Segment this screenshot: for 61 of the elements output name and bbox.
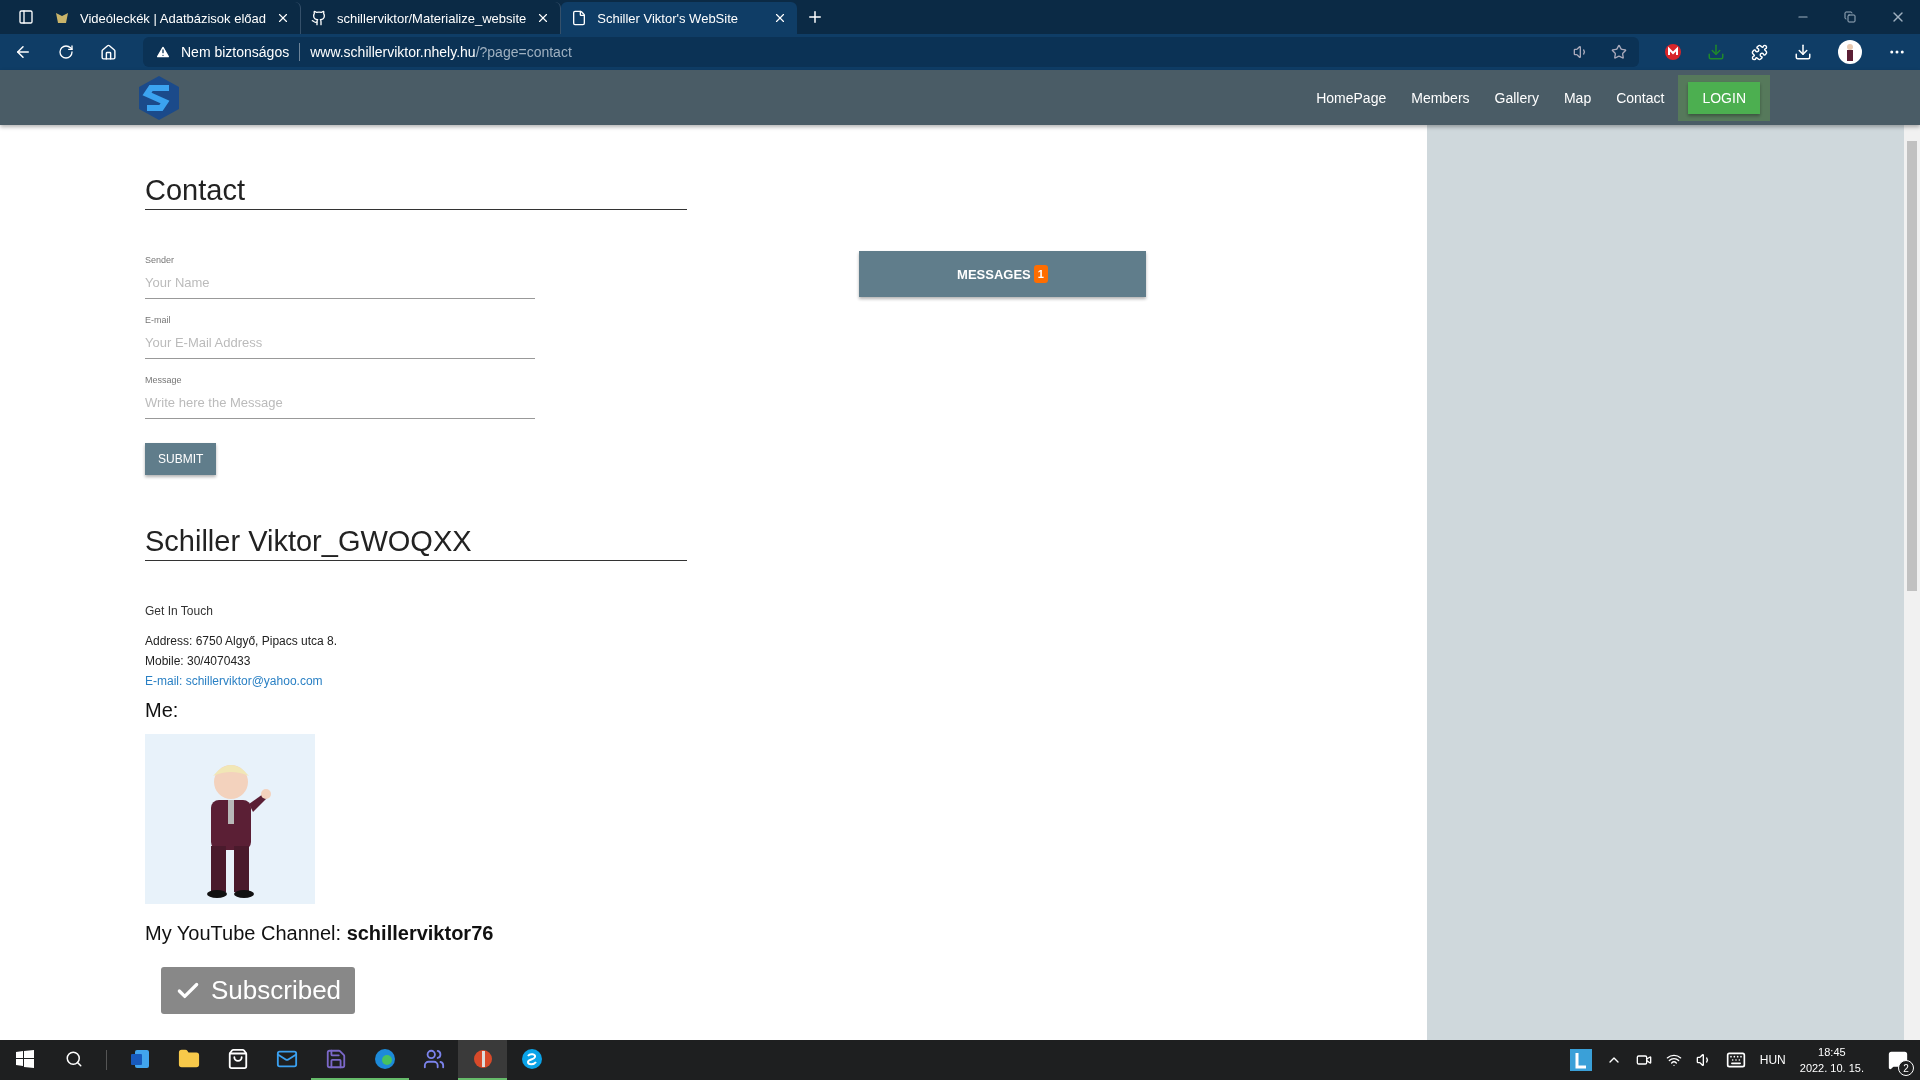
cat-logo-icon	[311, 10, 327, 26]
url-host[interactable]: www.schillerviktor.nhely.hu	[310, 44, 476, 60]
browser-icon[interactable]	[373, 1048, 396, 1070]
address-text: Address: 6750 Algyő, Pipacs utca 8.	[145, 633, 339, 650]
folder-icon[interactable]	[177, 1048, 200, 1070]
nav-link[interactable]: Contact	[1616, 89, 1665, 106]
home-icon[interactable]	[100, 43, 117, 61]
keyboard-icon[interactable]	[1725, 1050, 1746, 1070]
field-label: E-mail	[145, 315, 171, 325]
app-tray-icon[interactable]	[1569, 1049, 1592, 1071]
notification-count: 2	[1898, 1060, 1914, 1076]
downloads-icon[interactable]	[1794, 43, 1812, 61]
store-icon[interactable]	[226, 1048, 249, 1070]
mail-icon[interactable]	[275, 1048, 298, 1070]
chat-app-icon[interactable]	[520, 1048, 543, 1070]
subscribed-button[interactable]: Subscribed	[161, 967, 356, 1014]
profile-avatar[interactable]	[1838, 40, 1862, 64]
field-label: Sender	[145, 255, 175, 265]
site-logo[interactable]	[136, 73, 182, 122]
taskbar-app[interactable]	[458, 1040, 507, 1080]
restore-icon[interactable]	[1844, 11, 1856, 23]
intro-text: Get In Touch	[145, 603, 214, 620]
nav-link[interactable]: Gallery	[1494, 89, 1539, 106]
paint-app-icon[interactable]	[471, 1048, 494, 1070]
reload-icon[interactable]	[58, 44, 74, 60]
nav-link[interactable]: HomePage	[1316, 89, 1387, 106]
me-heading: Me:	[145, 699, 180, 722]
clock-date[interactable]: 2022. 10. 15.	[1799, 1060, 1864, 1076]
clock-time[interactable]: 18:45	[1818, 1044, 1846, 1060]
field-label: Message	[145, 375, 182, 385]
document-app-icon[interactable]	[128, 1048, 151, 1070]
browser-tab[interactable]: Schiller Viktor's WebSite	[561, 2, 798, 34]
section-heading: Contact	[145, 174, 687, 210]
page-icon	[571, 10, 588, 26]
messages-button[interactable]: MESSAGES 1	[859, 251, 1146, 297]
submit-button[interactable]: SUBMIT	[145, 443, 217, 475]
youtube-channel-text: My YouTube Channel: schillerviktor76	[145, 922, 495, 945]
count-badge: 1	[1033, 265, 1048, 283]
url-path[interactable]: /?page=contact	[475, 44, 572, 60]
back-icon[interactable]	[14, 43, 32, 61]
emblem-icon	[54, 10, 70, 26]
mobile-text: Mobile: 30/4070433	[145, 653, 252, 670]
warning-icon	[155, 44, 171, 60]
email-link[interactable]: E-mail: schillerviktor@yahoo.com	[145, 671, 323, 691]
nav-link[interactable]: Members	[1411, 89, 1470, 106]
nav-link[interactable]: Map	[1563, 89, 1592, 106]
security-label[interactable]: Nem biztonságos	[181, 44, 290, 60]
search-icon[interactable]	[64, 1050, 83, 1068]
section-heading: Schiller Viktor_GWOQXX	[145, 525, 687, 561]
tab-actions-icon[interactable]	[18, 9, 34, 25]
extension-icon[interactable]	[1665, 44, 1681, 60]
camera-icon[interactable]	[1635, 1052, 1652, 1068]
favorite-icon[interactable]	[1611, 44, 1627, 60]
language-indicator[interactable]: HUN	[1759, 1053, 1786, 1067]
extensions-icon[interactable]	[1751, 43, 1768, 61]
scrollbar[interactable]	[1904, 125, 1920, 1040]
wifi-icon[interactable]	[1665, 1052, 1682, 1068]
download-arrow-icon[interactable]	[1707, 43, 1725, 61]
close-icon[interactable]	[276, 11, 290, 25]
start-icon[interactable]	[15, 1050, 34, 1068]
team-chat-icon[interactable]	[422, 1048, 445, 1070]
